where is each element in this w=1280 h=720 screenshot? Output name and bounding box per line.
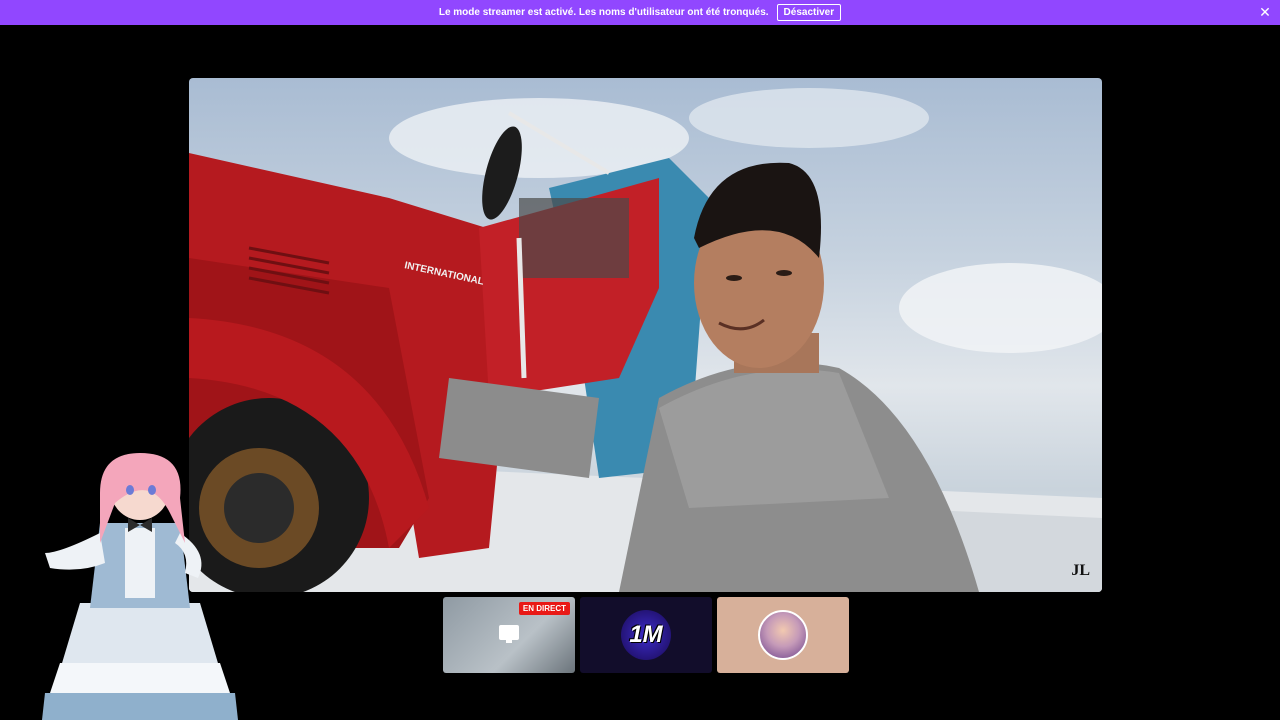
stream-viewer: Le mode streamer est activé. Les noms d'… <box>0 0 1280 720</box>
main-video[interactable]: INTERNATIONAL JL <box>189 78 1102 592</box>
thumbnail-avatar[interactable] <box>717 597 849 673</box>
stream-thumbnails: EN DIRECT 1M <box>443 597 849 673</box>
avatar <box>758 610 808 660</box>
1m-logo: 1M <box>621 610 671 660</box>
close-icon[interactable]: ✕ <box>1256 3 1274 21</box>
video-scene: INTERNATIONAL <box>189 88 1102 592</box>
live-badge: EN DIRECT <box>518 602 570 615</box>
thumbnail-live[interactable]: EN DIRECT <box>443 597 575 673</box>
vtuber-avatar <box>42 453 238 720</box>
screen-share-icon <box>499 625 519 643</box>
channel-watermark: JL <box>1071 562 1090 579</box>
streamer-mode-banner: Le mode streamer est activé. Les noms d'… <box>0 0 1280 25</box>
banner-message: Le mode streamer est activé. Les noms d'… <box>438 7 769 18</box>
deactivate-button[interactable]: Désactiver <box>776 4 842 21</box>
thumbnail-1m[interactable]: 1M <box>580 597 712 673</box>
